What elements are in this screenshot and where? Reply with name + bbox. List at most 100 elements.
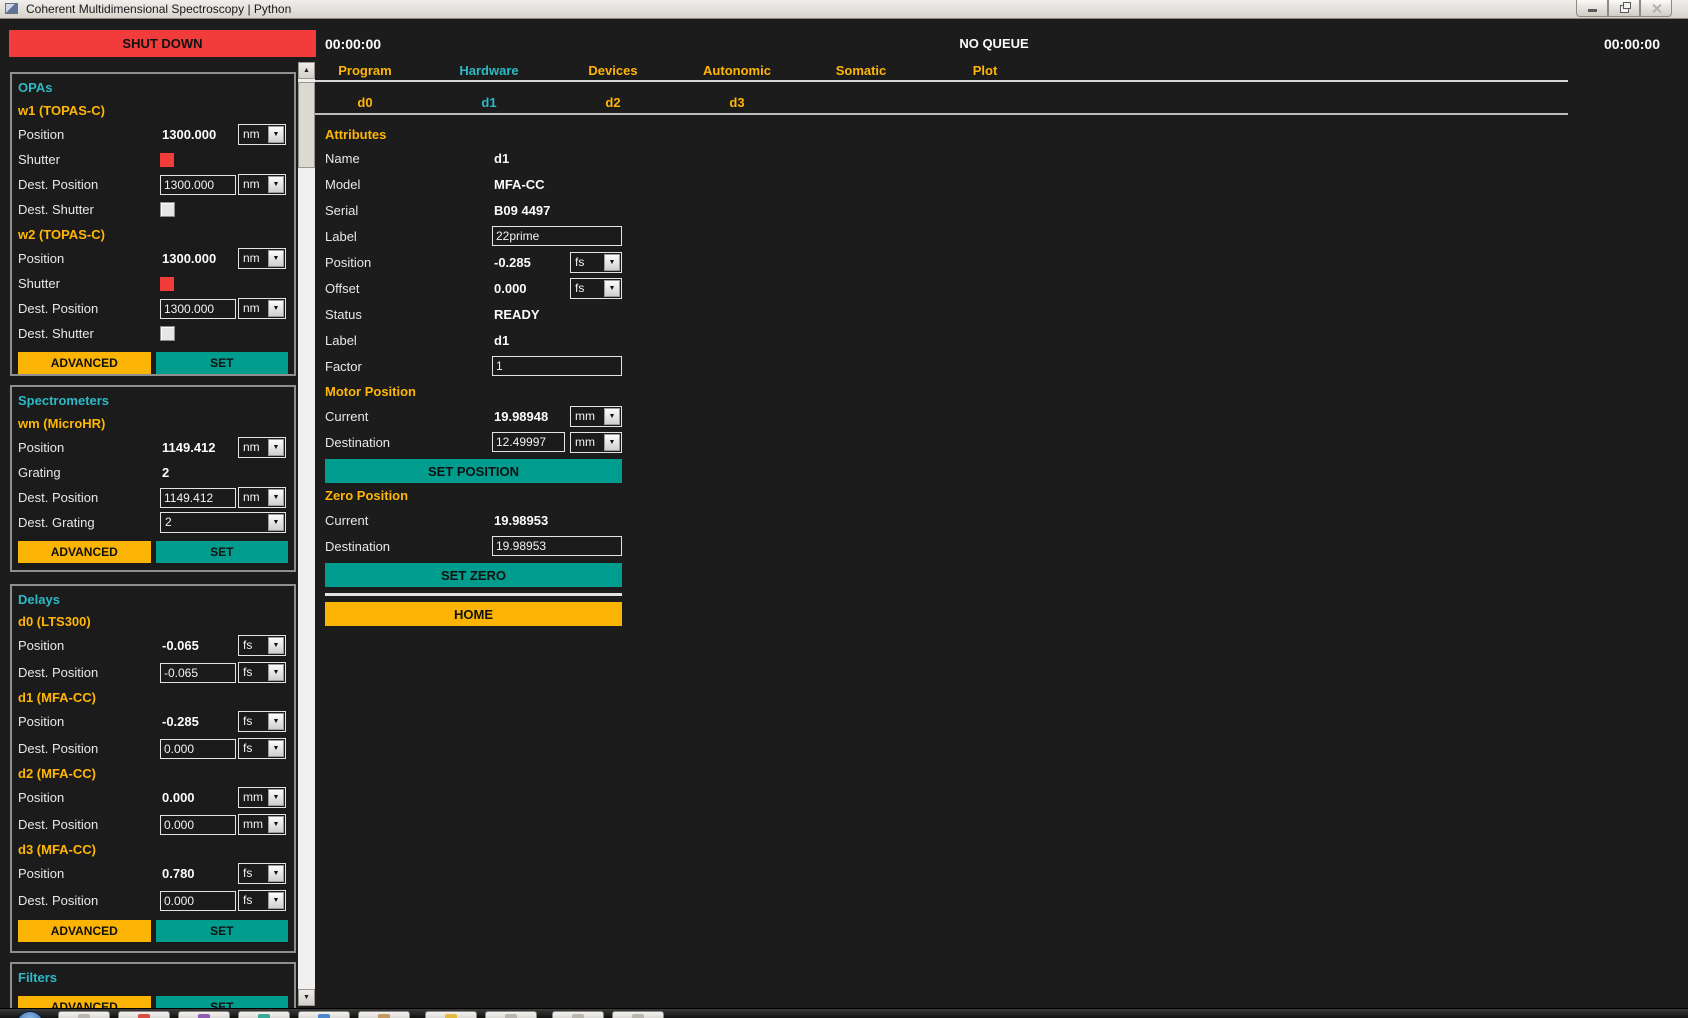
unit-dropdown[interactable]: nm▼: [238, 248, 286, 269]
field-label: Position: [18, 638, 158, 653]
field-label: Serial: [325, 203, 487, 218]
scroll-down-icon[interactable]: ▼: [298, 989, 315, 1006]
unit-dropdown[interactable]: mm▼: [238, 814, 286, 835]
scrollbar-thumb[interactable]: [298, 82, 315, 168]
unit-dropdown[interactable]: fs▼: [238, 863, 286, 884]
taskbar-item[interactable]: [612, 1011, 664, 1018]
w2-dest-shutter-row: Dest. Shutter: [18, 321, 288, 346]
scroll-up-icon[interactable]: ▲: [298, 62, 315, 79]
motor-destination-input[interactable]: [492, 432, 565, 452]
unit-dropdown[interactable]: nm▼: [238, 298, 286, 319]
advanced-button[interactable]: ADVANCED: [18, 541, 151, 563]
unit-value: nm: [239, 299, 267, 318]
tab-program[interactable]: Program: [303, 63, 427, 78]
w1-group-header: w1 (TOPAS-C): [18, 98, 288, 122]
unit-dropdown[interactable]: fs▼: [570, 278, 622, 299]
unit-value: mm: [571, 407, 603, 426]
home-button[interactable]: HOME: [325, 602, 622, 626]
start-button[interactable]: [16, 1011, 44, 1018]
field-label: Dest. Grating: [18, 515, 158, 530]
unit-value: nm: [239, 488, 267, 507]
dropdown-arrow-icon: ▼: [604, 254, 620, 271]
grating-value: 2: [160, 465, 236, 480]
tab-devices[interactable]: Devices: [551, 63, 675, 78]
unit-dropdown[interactable]: mm▼: [570, 432, 622, 453]
unit-dropdown[interactable]: fs▼: [238, 662, 286, 683]
set-button[interactable]: SET: [156, 920, 289, 942]
application-window: Coherent Multidimensional Spectroscopy |…: [0, 0, 1688, 1018]
model-value: MFA-CC: [492, 177, 565, 192]
sidebar-scrollbar[interactable]: ▲ ▼: [298, 62, 315, 1006]
taskbar-item[interactable]: [298, 1011, 350, 1018]
set-button[interactable]: SET: [156, 352, 289, 374]
subtab-d1[interactable]: d1: [427, 95, 551, 110]
taskbar-item[interactable]: [118, 1011, 170, 1018]
position-value: -0.285: [160, 714, 236, 729]
subtab-d0[interactable]: d0: [303, 95, 427, 110]
dropdown-arrow-icon: ▼: [268, 789, 284, 806]
field-label: Dest. Shutter: [18, 326, 158, 341]
zero-destination-input[interactable]: [492, 536, 622, 556]
position-value: 1149.412: [160, 440, 236, 455]
set-position-button[interactable]: SET POSITION: [325, 459, 622, 483]
unit-dropdown[interactable]: fs▼: [238, 738, 286, 759]
unit-dropdown[interactable]: nm▼: [238, 487, 286, 508]
label-input[interactable]: [492, 226, 622, 246]
filters-section-title: Filters: [18, 966, 288, 988]
factor-input[interactable]: [492, 356, 622, 376]
tab-plot[interactable]: Plot: [923, 63, 1047, 78]
motor-position-section-title: Motor Position: [325, 379, 622, 403]
dest-position-input[interactable]: [160, 488, 236, 508]
taskbar-item[interactable]: [238, 1011, 290, 1018]
subtab-d2[interactable]: d2: [551, 95, 675, 110]
taskbar-item[interactable]: [58, 1011, 110, 1018]
offset-row: Offset 0.000 fs▼: [325, 275, 622, 301]
field-label: Shutter: [18, 152, 158, 167]
shutdown-button[interactable]: SHUT DOWN: [9, 30, 316, 57]
d1-group-header: d1 (MFA-CC): [18, 686, 288, 708]
wm-position-row: Position 1149.412 nm▼: [18, 435, 288, 460]
taskbar-item[interactable]: [358, 1011, 410, 1018]
tab-hardware[interactable]: Hardware: [427, 63, 551, 78]
unit-dropdown[interactable]: mm▼: [238, 787, 286, 808]
tab-autonomic[interactable]: Autonomic: [675, 63, 799, 78]
unit-value: nm: [239, 125, 267, 144]
dest-position-input[interactable]: [160, 299, 236, 319]
set-zero-button[interactable]: SET ZERO: [325, 563, 622, 587]
advanced-button[interactable]: ADVANCED: [18, 920, 151, 942]
d1-dest-position-row: Dest. Position fs▼: [18, 735, 288, 762]
field-label: Grating: [18, 465, 158, 480]
minimize-button[interactable]: [1576, 0, 1608, 17]
unit-dropdown[interactable]: fs▼: [238, 711, 286, 732]
unit-dropdown[interactable]: nm▼: [238, 174, 286, 195]
advanced-button[interactable]: ADVANCED: [18, 352, 151, 374]
dest-position-input[interactable]: [160, 739, 236, 759]
taskbar-item[interactable]: [552, 1011, 604, 1018]
windows-taskbar: [0, 1008, 1688, 1018]
unit-dropdown[interactable]: fs▼: [238, 890, 286, 911]
dest-grating-dropdown[interactable]: 2▼: [160, 512, 286, 533]
close-button[interactable]: [1640, 0, 1672, 17]
unit-dropdown[interactable]: fs▼: [570, 252, 622, 273]
set-button[interactable]: SET: [156, 541, 289, 563]
taskbar-item[interactable]: [178, 1011, 230, 1018]
taskbar-item[interactable]: [425, 1011, 477, 1018]
unit-value: fs: [239, 891, 267, 910]
dest-shutter-checkbox[interactable]: [160, 326, 175, 341]
w1-position-row: Position 1300.000 nm▼: [18, 122, 288, 147]
tab-somatic[interactable]: Somatic: [799, 63, 923, 78]
dest-shutter-checkbox[interactable]: [160, 202, 175, 217]
unit-dropdown[interactable]: fs▼: [238, 635, 286, 656]
subtab-d3[interactable]: d3: [675, 95, 799, 110]
dest-position-input[interactable]: [160, 891, 236, 911]
unit-dropdown[interactable]: nm▼: [238, 437, 286, 458]
dest-position-input[interactable]: [160, 663, 236, 683]
dropdown-arrow-icon: ▼: [268, 740, 284, 757]
dest-position-input[interactable]: [160, 815, 236, 835]
dest-position-input[interactable]: [160, 175, 236, 195]
offset-value: 0.000: [492, 281, 565, 296]
restore-button[interactable]: [1608, 0, 1640, 17]
taskbar-item[interactable]: [485, 1011, 537, 1018]
unit-dropdown[interactable]: nm▼: [238, 124, 286, 145]
unit-dropdown[interactable]: mm▼: [570, 406, 622, 427]
